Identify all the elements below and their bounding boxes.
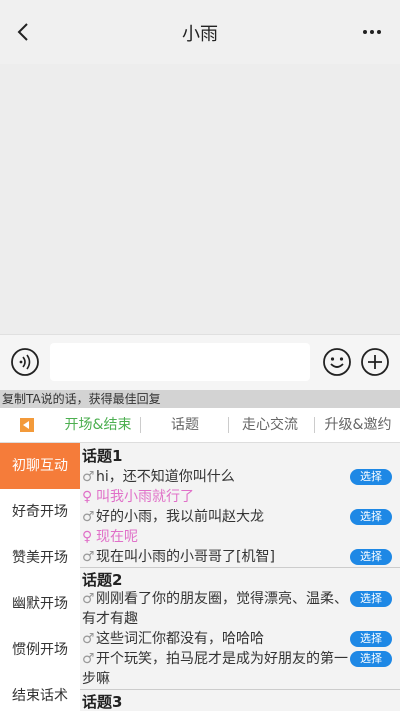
line-text: 好的小雨，我以前叫赵大龙	[96, 509, 264, 525]
top-bar: 小雨	[0, 0, 400, 64]
list-item: ♂这些词汇你都没有，哈哈哈	[82, 629, 348, 649]
choose-button[interactable]: 选择	[350, 651, 392, 667]
list-item: ♂好的小雨，我以前叫赵大龙	[82, 507, 348, 527]
list-item: ♂hi，还不知道你叫什么	[82, 467, 348, 487]
message-input[interactable]	[50, 343, 310, 381]
plus-icon[interactable]	[360, 347, 390, 377]
page-title: 小雨	[182, 24, 218, 45]
tab-divider	[140, 417, 141, 433]
hint-bar: 复制TA说的话，获得最佳回复	[0, 390, 400, 408]
sidebar: 初聊互动 好奇开场 赞美开场 幽默开场 惯例开场 结束话术	[0, 443, 80, 711]
line-text: 开个玩笑，拍马屁才是成为好朋友的第一步嘛	[82, 651, 348, 687]
topic-title: 话题1	[82, 447, 123, 465]
left-arrow-icon[interactable]	[20, 418, 34, 432]
choose-button[interactable]: 选择	[350, 549, 392, 565]
tab-divider	[228, 417, 229, 433]
list-item: ♀ 叫我小雨就行了	[82, 487, 348, 507]
list-item: ♂刚刚看了你的朋友圈，觉得漂亮、温柔、有才有趣	[82, 589, 348, 629]
tab-divider	[314, 417, 315, 433]
sidebar-item-curiosity-opening[interactable]: 好奇开场	[0, 489, 80, 535]
list-item: ♂开个玩笑，拍马屁才是成为好朋友的第一步嘛	[82, 649, 348, 689]
emoji-icon[interactable]	[322, 347, 352, 377]
more-icon[interactable]	[360, 20, 384, 44]
sidebar-item-praise-opening[interactable]: 赞美开场	[0, 535, 80, 581]
line-text: 现在呢	[96, 529, 138, 545]
sidebar-item-ending-script[interactable]: 结束话术	[0, 673, 80, 719]
tab-topic[interactable]: 话题	[145, 408, 225, 442]
tab-heart-talk[interactable]: 走心交流	[230, 408, 310, 442]
male-icon: ♂	[82, 509, 95, 525]
sidebar-item-routine-opening[interactable]: 惯例开场	[0, 627, 80, 673]
topic-divider	[80, 689, 400, 690]
sidebar-item-initial-interaction[interactable]: 初聊互动	[0, 443, 80, 489]
male-icon: ♂	[82, 651, 95, 667]
choose-button[interactable]: 选择	[350, 591, 392, 607]
line-text: 刚刚看了你的朋友圈，觉得漂亮、温柔、有才有趣	[82, 591, 348, 627]
topic-divider	[80, 567, 400, 568]
female-icon: ♀	[82, 489, 93, 505]
choose-button[interactable]: 选择	[350, 631, 392, 647]
tab-opening-ending[interactable]: 开场&结束	[58, 408, 138, 442]
line-text: 现在叫小雨的小哥哥了[机智]	[96, 549, 275, 565]
male-icon: ♂	[82, 591, 95, 607]
choose-button[interactable]: 选择	[350, 509, 392, 525]
male-icon: ♂	[82, 549, 95, 565]
line-text: 叫我小雨就行了	[96, 489, 194, 505]
list-item: ♂现在叫小雨的小哥哥了[机智]	[82, 547, 348, 567]
male-icon: ♂	[82, 469, 95, 485]
choose-button[interactable]: 选择	[350, 469, 392, 485]
sidebar-item-humor-opening[interactable]: 幽默开场	[0, 581, 80, 627]
tab-upgrade-invite[interactable]: 升级&邀约	[316, 408, 400, 442]
tab-bar: 开场&结束 话题 走心交流 升级&邀约	[0, 408, 400, 443]
topic-title: 话题2	[82, 571, 123, 589]
topic-title: 话题3	[82, 693, 123, 711]
line-text: 这些词汇你都没有，哈哈哈	[96, 631, 264, 647]
chat-area	[0, 64, 400, 334]
line-text: hi，还不知道你叫什么	[96, 469, 235, 485]
female-icon: ♀	[82, 529, 93, 545]
voice-icon[interactable]	[10, 347, 40, 377]
list-item: ♀ 现在呢	[82, 527, 348, 547]
input-bar	[0, 334, 400, 391]
male-icon: ♂	[82, 631, 95, 647]
topic-content: 话题1 ♂hi，还不知道你叫什么 选择 ♀ 叫我小雨就行了 ♂好的小雨，我以前叫赵…	[80, 443, 400, 711]
